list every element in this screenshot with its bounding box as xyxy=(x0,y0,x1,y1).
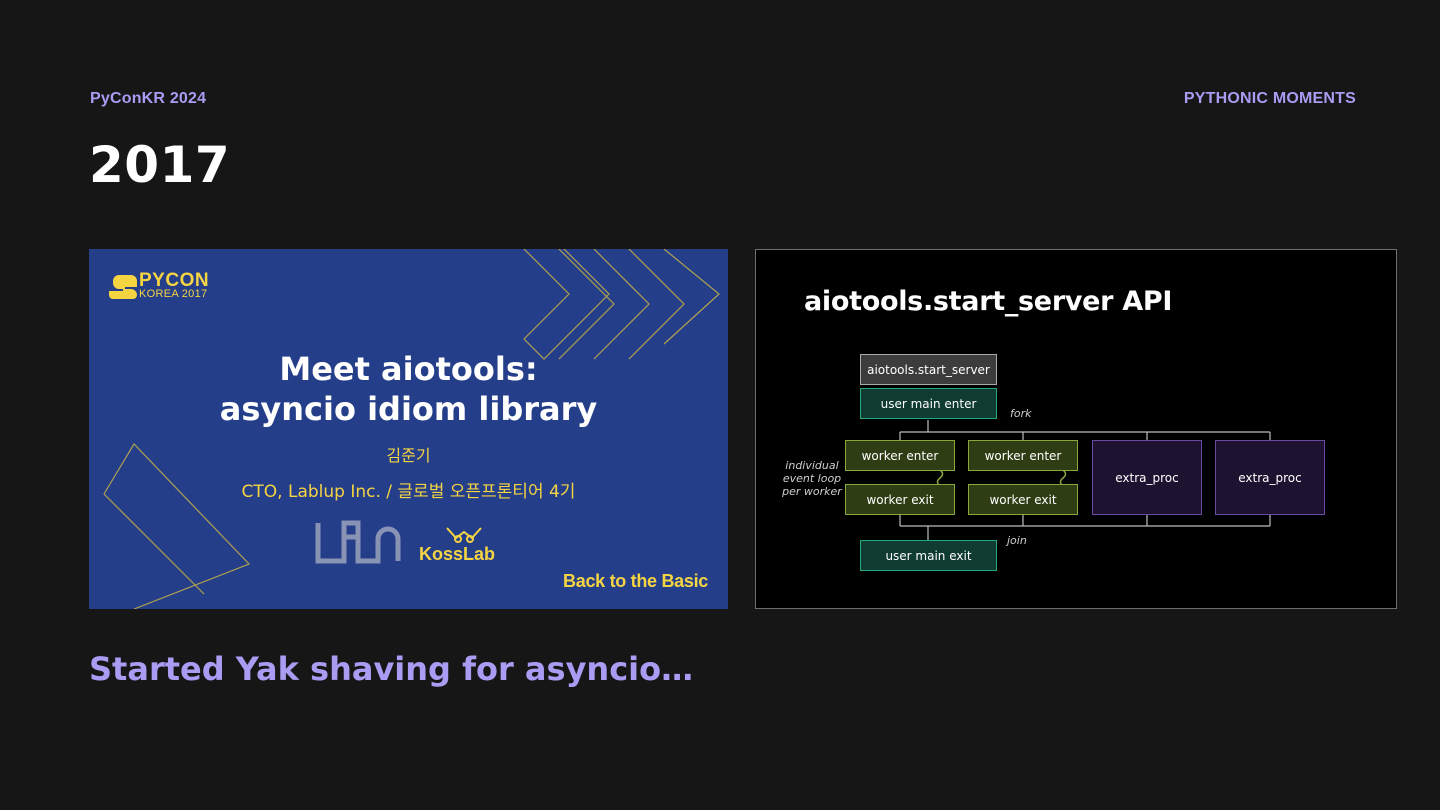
user-main-enter-box: user main enter xyxy=(860,388,997,419)
start-server-box: aiotools.start_server xyxy=(860,354,997,385)
speaker-name: 김준기 xyxy=(386,446,431,465)
conference-tagline: Back to the Basic xyxy=(563,571,708,591)
join-label: join xyxy=(1007,534,1027,547)
aiotools-diagram-slide: aiotools.start_server API aiotools.start… xyxy=(755,249,1397,609)
extra-proc-box: extra_proc xyxy=(1092,440,1202,515)
extra-proc-box: extra_proc xyxy=(1215,440,1325,515)
user-main-exit-box: user main exit xyxy=(860,540,997,571)
worker-enter-box: worker enter xyxy=(845,440,955,471)
kosslab-logo-text: KossLab xyxy=(419,544,496,564)
speaker-role: CTO, Lablup Inc. / 글로벌 오픈프론티어 4기 xyxy=(241,482,576,502)
pycon-2017-slide: PYCON KOREA 2017 Meet aiotools: asyncio … xyxy=(89,249,728,609)
event-loop-note: individual event loop per worker xyxy=(782,459,842,498)
worker-exit-box: worker exit xyxy=(845,484,955,515)
worker-enter-box: worker enter xyxy=(968,440,1078,471)
worker-exit-box: worker exit xyxy=(968,484,1078,515)
talk-title-line2: asyncio idiom library xyxy=(219,390,598,428)
header-event: PyConKR 2024 xyxy=(90,90,207,107)
fork-label: fork xyxy=(1010,407,1032,420)
chevron-decoration xyxy=(103,249,720,609)
diagram-connectors xyxy=(899,420,1271,540)
header-section: PYTHONIC MOMENTS xyxy=(1183,90,1356,107)
talk-title-line1: Meet aiotools: xyxy=(279,350,538,388)
page-title: 2017 xyxy=(89,136,231,194)
slide-caption: Started Yak shaving for asyncio… xyxy=(89,650,694,688)
kosslab-owl-icon xyxy=(446,527,482,543)
lab-logo-icon xyxy=(315,520,401,564)
pycon-subtitle: KOREA 2017 xyxy=(139,288,208,300)
